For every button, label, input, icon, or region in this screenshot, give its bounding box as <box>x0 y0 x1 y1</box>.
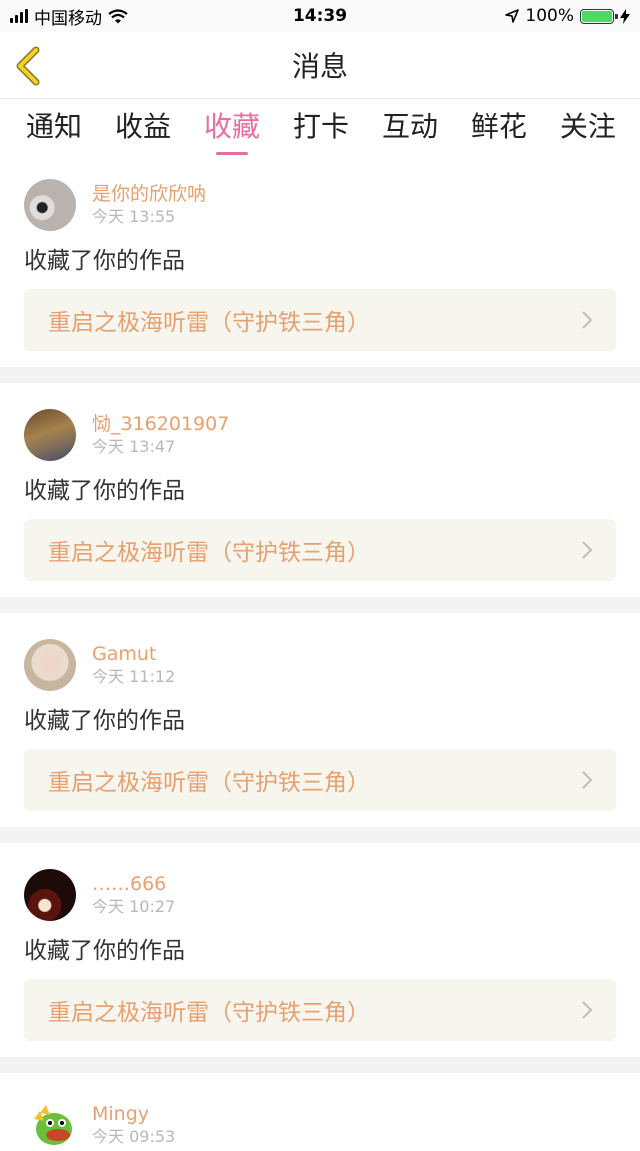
tab-checkin[interactable]: 打卡 <box>293 99 349 145</box>
tab-favorites[interactable]: 收藏 <box>204 99 260 155</box>
status-right: 100% <box>505 6 630 26</box>
tab-notifications[interactable]: 通知 <box>26 99 82 145</box>
divider <box>0 367 640 383</box>
carrier-label: 中国移动 <box>34 8 102 29</box>
work-title: 重启之极海听雷（守护铁三角） <box>48 1000 370 1026</box>
timestamp: 今天 09:53 <box>92 1127 176 1146</box>
location-icon <box>505 9 520 23</box>
divider <box>0 827 640 843</box>
battery-icon <box>580 8 618 24</box>
message-header: Gamut 今天 11:12 <box>24 613 616 691</box>
tab-following[interactable]: 关注 <box>560 99 616 145</box>
timestamp: 今天 13:55 <box>92 207 176 226</box>
chevron-right-icon <box>582 771 593 789</box>
divider <box>0 1057 640 1073</box>
signal-icon <box>10 9 28 23</box>
avatar[interactable] <box>24 409 76 461</box>
tab-interactions[interactable]: 互动 <box>382 99 438 145</box>
tab-bar: 通知 收益 收藏 打卡 互动 鲜花 关注 <box>0 99 640 155</box>
work-title: 重启之极海听雷（守护铁三角） <box>48 310 370 336</box>
action-text: 收藏了你的作品 <box>24 708 185 734</box>
avatar[interactable] <box>24 1099 76 1151</box>
username[interactable]: 是你的欣欣呐 <box>92 182 206 206</box>
message-card: ……666 今天 10:27 收藏了你的作品 重启之极海听雷（守护铁三角） <box>0 843 640 1041</box>
username[interactable]: Mingy <box>92 1102 175 1126</box>
work-link[interactable]: 重启之极海听雷（守护铁三角） <box>24 289 616 351</box>
action-text: 收藏了你的作品 <box>24 248 185 274</box>
message-header: 是你的欣欣呐 今天 13:55 <box>24 153 616 231</box>
work-title: 重启之极海听雷（守护铁三角） <box>48 540 370 566</box>
work-link[interactable]: 重启之极海听雷（守护铁三角） <box>24 979 616 1041</box>
work-link[interactable]: 重启之极海听雷（守护铁三角） <box>24 519 616 581</box>
chevron-right-icon <box>582 311 593 329</box>
timestamp: 今天 10:27 <box>92 897 176 916</box>
timestamp: 今天 13:47 <box>92 437 176 456</box>
charging-icon <box>620 8 630 24</box>
nav-bar: 消息 <box>0 32 640 99</box>
avatar[interactable] <box>24 179 76 231</box>
avatar[interactable] <box>24 639 76 691</box>
dinosaur-avatar-icon <box>24 1099 76 1151</box>
message-card: Gamut 今天 11:12 收藏了你的作品 重启之极海听雷（守护铁三角） <box>0 613 640 811</box>
tab-flowers[interactable]: 鲜花 <box>471 99 527 145</box>
message-header: 恸_316201907 今天 13:47 <box>24 383 616 461</box>
avatar[interactable] <box>24 869 76 921</box>
username[interactable]: Gamut <box>92 642 175 666</box>
message-card: 恸_316201907 今天 13:47 收藏了你的作品 重启之极海听雷（守护铁… <box>0 383 640 581</box>
message-header: Mingy 今天 09:53 <box>24 1073 616 1151</box>
username[interactable]: ……666 <box>92 872 175 896</box>
back-button[interactable] <box>14 44 54 88</box>
back-arrow-icon <box>16 46 40 86</box>
page-title: 消息 <box>291 50 348 83</box>
message-card: Mingy 今天 09:53 <box>0 1073 640 1151</box>
wifi-icon <box>108 8 128 23</box>
chevron-right-icon <box>582 1001 593 1019</box>
status-left: 中国移动 <box>10 4 128 29</box>
work-title: 重启之极海听雷（守护铁三角） <box>48 770 370 796</box>
message-header: ……666 今天 10:27 <box>24 843 616 921</box>
message-card: 是你的欣欣呐 今天 13:55 收藏了你的作品 重启之极海听雷（守护铁三角） <box>0 153 640 351</box>
action-text: 收藏了你的作品 <box>24 478 185 504</box>
action-text: 收藏了你的作品 <box>24 938 185 964</box>
username[interactable]: 恸_316201907 <box>92 412 229 436</box>
chevron-right-icon <box>582 541 593 559</box>
status-bar: 中国移动 14:39 100% <box>0 0 640 32</box>
work-link[interactable]: 重启之极海听雷（守护铁三角） <box>24 749 616 811</box>
battery-percent: 100% <box>525 6 574 26</box>
timestamp: 今天 11:12 <box>92 667 176 686</box>
tab-earnings[interactable]: 收益 <box>115 99 171 145</box>
divider <box>0 597 640 613</box>
